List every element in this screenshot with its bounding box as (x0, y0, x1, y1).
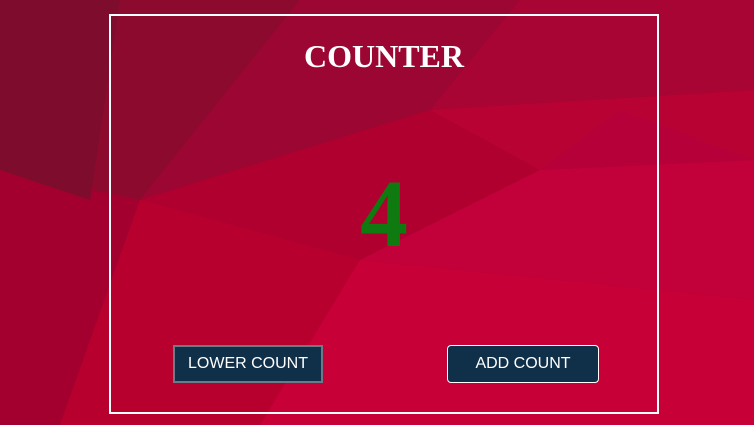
page-title: COUNTER (303, 38, 464, 74)
add-count-button[interactable]: ADD COUNT (447, 345, 599, 383)
counter-panel: COUNTER 4 LOWER COUNT ADD COUNT (109, 14, 659, 414)
count-display: 4 (360, 160, 408, 267)
lower-count-button[interactable]: LOWER COUNT (173, 345, 323, 383)
